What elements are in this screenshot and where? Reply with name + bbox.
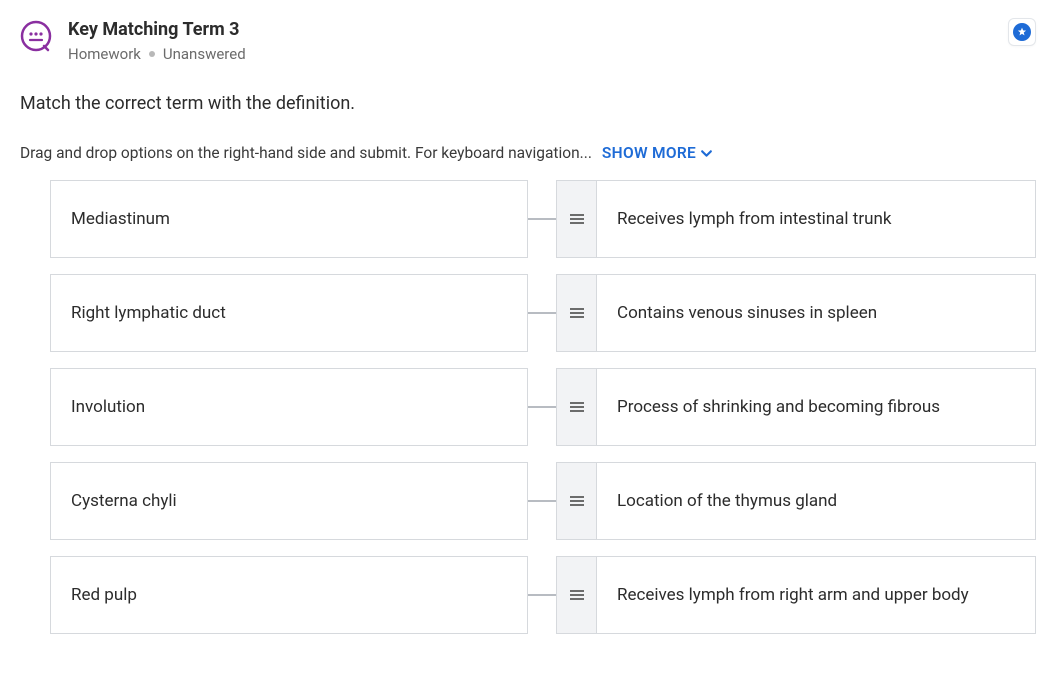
term-label: Right lymphatic duct [71, 303, 226, 323]
answer-box[interactable]: Location of the thymus gland [556, 462, 1036, 540]
question-meta: Homework Unanswered [68, 45, 246, 63]
term-box: Red pulp [50, 556, 528, 634]
term-box: Mediastinum [50, 180, 528, 258]
term-box: Involution [50, 368, 528, 446]
answer-box[interactable]: Receives lymph from right arm and upper … [556, 556, 1036, 634]
drag-handle-icon [569, 401, 585, 413]
drag-handle-icon [569, 495, 585, 507]
term-label: Red pulp [71, 585, 137, 605]
connector [528, 462, 556, 540]
question-header: Key Matching Term 3 Homework Unanswered [20, 18, 1036, 63]
question-category: Homework [68, 45, 141, 63]
connector [528, 274, 556, 352]
drag-handle-icon [569, 589, 585, 601]
match-row: Right lymphatic duct Contains venous sin… [50, 274, 1036, 352]
term-label: Cysterna chyli [71, 491, 177, 511]
match-row: Red pulp Receives lymph from right arm a… [50, 556, 1036, 634]
bookmark-button[interactable] [1008, 18, 1036, 46]
connector-line [528, 500, 556, 502]
drag-handle-icon [569, 307, 585, 319]
title-block: Key Matching Term 3 Homework Unanswered [68, 18, 246, 63]
connector-line [528, 312, 556, 314]
question-prompt: Match the correct term with the definiti… [20, 93, 1036, 114]
drag-handle[interactable] [557, 463, 597, 539]
drag-handle[interactable] [557, 275, 597, 351]
matching-area: Mediastinum Receives lymph from intestin… [20, 180, 1036, 634]
drag-handle[interactable] [557, 557, 597, 633]
show-more-button[interactable]: SHOW MORE [602, 144, 713, 162]
instruction-text: Drag and drop options on the right-hand … [20, 144, 592, 162]
answer-label: Receives lymph from right arm and upper … [597, 557, 1035, 633]
header-left: Key Matching Term 3 Homework Unanswered [20, 18, 246, 63]
chevron-down-icon [700, 147, 713, 160]
match-row: Mediastinum Receives lymph from intestin… [50, 180, 1036, 258]
connector-line [528, 218, 556, 220]
answer-box[interactable]: Process of shrinking and becoming fibrou… [556, 368, 1036, 446]
answer-label: Process of shrinking and becoming fibrou… [597, 369, 1035, 445]
connector-line [528, 594, 556, 596]
term-label: Mediastinum [71, 209, 170, 229]
term-box: Cysterna chyli [50, 462, 528, 540]
answer-label: Contains venous sinuses in spleen [597, 275, 1035, 351]
answer-label: Location of the thymus gland [597, 463, 1035, 539]
term-label: Involution [71, 397, 145, 417]
drag-handle-icon [569, 213, 585, 225]
drag-handle[interactable] [557, 181, 597, 257]
answer-label: Receives lymph from intestinal trunk [597, 181, 1035, 257]
connector-line [528, 406, 556, 408]
match-row: Involution Process of shrinking and beco… [50, 368, 1036, 446]
meta-separator-icon [149, 51, 155, 57]
match-row: Cysterna chyli Location of the thymus gl… [50, 462, 1036, 540]
star-icon [1013, 23, 1031, 41]
answer-box[interactable]: Receives lymph from intestinal trunk [556, 180, 1036, 258]
connector [528, 180, 556, 258]
question-title: Key Matching Term 3 [68, 18, 246, 41]
question-status: Unanswered [163, 45, 246, 63]
connector [528, 368, 556, 446]
instruction-row: Drag and drop options on the right-hand … [20, 144, 1036, 162]
question-type-icon [20, 20, 52, 52]
show-more-label: SHOW MORE [602, 144, 696, 162]
drag-handle[interactable] [557, 369, 597, 445]
term-box: Right lymphatic duct [50, 274, 528, 352]
connector [528, 556, 556, 634]
answer-box[interactable]: Contains venous sinuses in spleen [556, 274, 1036, 352]
